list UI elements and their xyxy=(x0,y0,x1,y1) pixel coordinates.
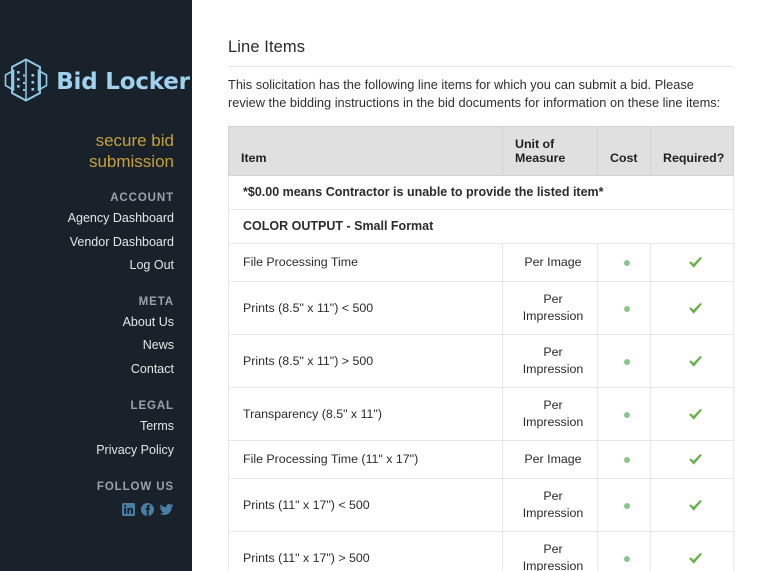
column-header-unit-of-measure: Unit of Measure xyxy=(502,126,598,176)
page-title: Line Items xyxy=(228,38,733,67)
sidebar-item-news[interactable]: News xyxy=(0,333,174,357)
sidebar-group-follow-us: FOLLOW US xyxy=(0,461,192,495)
cell-item: Transparency (8.5" x 11") xyxy=(228,387,503,441)
column-header-unit-of-measure-line1: Unit of xyxy=(515,137,555,151)
sidebar: Bid Locker secure bid submission ACCOUNT… xyxy=(0,0,192,571)
green-check-icon xyxy=(688,499,702,511)
cell-required xyxy=(650,531,734,571)
linkedin-icon[interactable] xyxy=(122,503,135,516)
sidebar-heading-account: ACCOUNT xyxy=(110,192,174,204)
brand-tagline: secure bid submission xyxy=(0,108,192,172)
cell-unit-of-measure: Per Impression xyxy=(502,281,598,335)
green-check-icon xyxy=(688,408,702,420)
cell-item: Prints (11" x 17") > 500 xyxy=(228,531,503,571)
cell-required xyxy=(650,478,734,532)
sidebar-item-privacy-policy[interactable]: Privacy Policy xyxy=(0,438,174,462)
cell-item: File Processing Time (11" x 17") xyxy=(228,440,503,479)
twitter-icon[interactable] xyxy=(160,503,174,516)
sidebar-item-vendor-dashboard[interactable]: Vendor Dashboard xyxy=(0,230,174,254)
cell-unit-of-measure: Per Impression xyxy=(502,478,598,532)
sidebar-item-agency-dashboard[interactable]: Agency Dashboard xyxy=(0,206,174,230)
page-root: Bid Locker secure bid submission ACCOUNT… xyxy=(0,0,768,571)
brand-name: Bid Locker xyxy=(56,69,190,95)
column-header-unit-of-measure-line2: Measure xyxy=(515,151,566,165)
sidebar-group-legal: LEGAL Terms Privacy Policy xyxy=(0,380,192,461)
green-check-icon xyxy=(688,257,702,268)
cell-cost xyxy=(597,243,651,282)
table-section-row: COLOR OUTPUT - Small Format xyxy=(228,209,734,244)
line-items-table: Item Unit of Measure Cost Required? *$0.… xyxy=(228,126,734,571)
cell-unit-of-measure: Per Impression xyxy=(502,531,598,571)
table-notice-row: *$0.00 means Contractor is unable to pro… xyxy=(228,175,734,210)
cell-unit-of-measure: Per Image xyxy=(502,243,598,282)
sidebar-item-contact[interactable]: Contact xyxy=(0,357,174,381)
cell-required xyxy=(650,281,734,335)
green-check-icon xyxy=(688,355,702,367)
sidebar-group-meta: META About Us News Contact xyxy=(0,277,192,381)
sidebar-heading-legal: LEGAL xyxy=(130,400,174,412)
sidebar-heading-follow-us: FOLLOW US xyxy=(96,481,174,493)
green-dot-icon xyxy=(624,555,630,562)
table-row: Prints (11" x 17") > 500 Per Impression xyxy=(228,531,734,571)
brand-tagline-line1: secure bid xyxy=(95,131,174,150)
cell-cost xyxy=(597,281,651,335)
notice-zero-cost: *$0.00 means Contractor is unable to pro… xyxy=(228,175,734,210)
green-dot-icon xyxy=(624,260,630,266)
table-row: Prints (8.5" x 11") < 500 Per Impression xyxy=(228,281,734,335)
green-check-icon xyxy=(688,302,702,314)
section-heading-color-output: COLOR OUTPUT - Small Format xyxy=(228,209,734,244)
social-links xyxy=(0,503,192,516)
sidebar-group-account: ACCOUNT Agency Dashboard Vendor Dashboar… xyxy=(0,172,192,277)
intro-paragraph: This solicitation has the following line… xyxy=(228,77,721,110)
green-check-icon xyxy=(688,552,702,564)
cell-required xyxy=(650,440,734,479)
cell-cost xyxy=(597,478,651,532)
cell-unit-of-measure: Per Image xyxy=(502,440,598,479)
table-row: Transparency (8.5" x 11") Per Impression xyxy=(228,387,734,441)
table-body: *$0.00 means Contractor is unable to pro… xyxy=(228,175,734,571)
column-header-item: Item xyxy=(228,126,503,176)
brand-tagline-line2: submission xyxy=(88,152,174,171)
cell-unit-of-measure: Per Impression xyxy=(502,387,598,441)
table-row: File Processing Time (11" x 17") Per Imag… xyxy=(228,440,734,479)
sidebar-item-log-out[interactable]: Log Out xyxy=(0,253,174,277)
cell-item: Prints (8.5" x 11") < 500 xyxy=(228,281,503,335)
green-dot-icon xyxy=(624,358,630,365)
cell-required xyxy=(650,334,734,388)
table-row: File Processing Time Per Image xyxy=(228,243,734,282)
cell-required xyxy=(650,387,734,441)
main-content: Line Items This solicitation has the fol… xyxy=(192,0,768,571)
cell-cost xyxy=(597,387,651,441)
sidebar-item-terms[interactable]: Terms xyxy=(0,414,174,438)
table-row: Prints (11" x 17") < 500 Per Impression xyxy=(228,478,734,532)
facebook-icon[interactable] xyxy=(141,503,154,516)
green-dot-icon xyxy=(624,502,630,509)
green-dot-icon xyxy=(624,457,630,463)
table-row: Prints (8.5" x 11") > 500 Per Impression xyxy=(228,334,734,388)
sidebar-item-about-us[interactable]: About Us xyxy=(0,310,174,334)
cell-item: Prints (11" x 17") < 500 xyxy=(228,478,503,532)
green-check-icon xyxy=(688,454,702,465)
brand-logo-link[interactable]: Bid Locker xyxy=(0,0,192,108)
cell-cost xyxy=(597,334,651,388)
cell-required xyxy=(650,243,734,282)
cell-unit-of-measure: Per Impression xyxy=(502,334,598,388)
green-dot-icon xyxy=(624,305,630,312)
table-header-row: Item Unit of Measure Cost Required? xyxy=(228,126,734,176)
green-dot-icon xyxy=(624,411,630,418)
sidebar-heading-meta: META xyxy=(138,295,174,308)
column-header-cost: Cost xyxy=(597,126,651,176)
cell-cost xyxy=(597,440,651,479)
cell-cost xyxy=(597,531,651,571)
column-header-required: Required? xyxy=(650,126,734,176)
cell-item: File Processing Time xyxy=(228,243,503,282)
cell-item: Prints (8.5" x 11") > 500 xyxy=(228,334,503,388)
bid-locker-hexagon-building-logo xyxy=(2,57,50,108)
table-header: Item Unit of Measure Cost Required? xyxy=(228,126,734,176)
